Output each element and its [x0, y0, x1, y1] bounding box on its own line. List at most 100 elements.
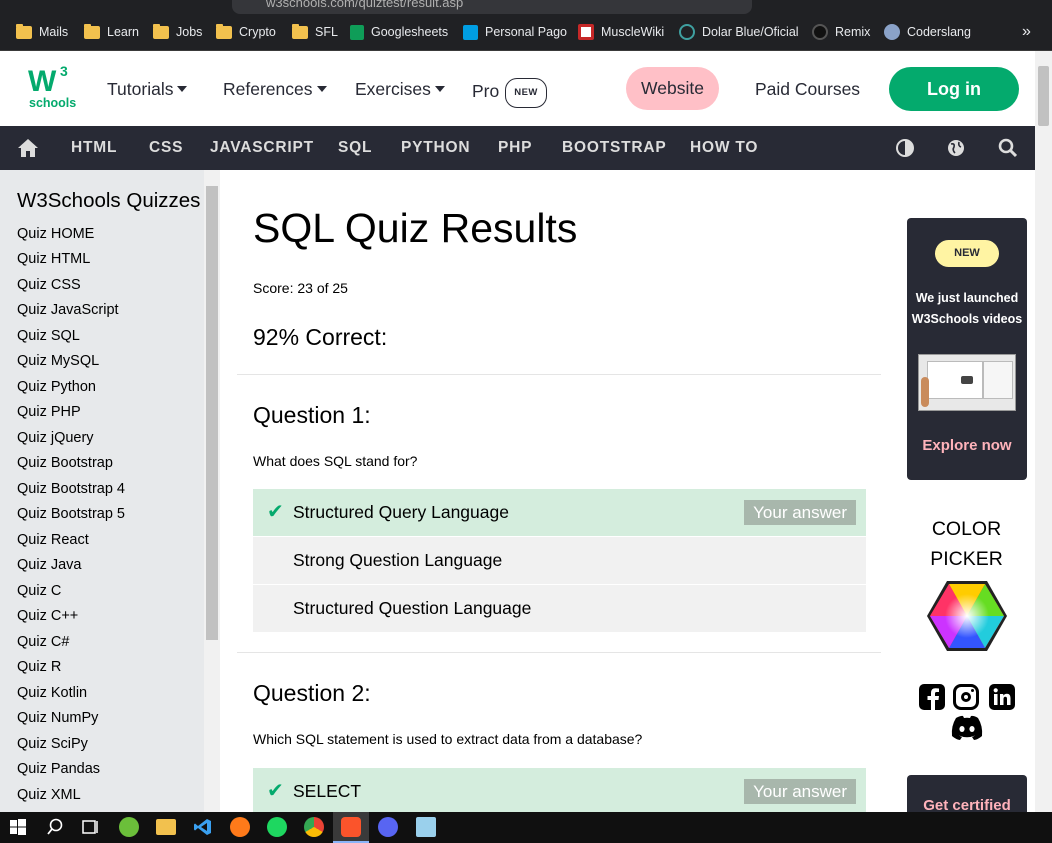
musclewiki-icon — [578, 24, 594, 40]
chrome-icon[interactable] — [304, 817, 324, 837]
nav-javascript[interactable]: JAVASCRIPT — [210, 126, 314, 170]
answer-option: Strong Question Language — [253, 537, 866, 584]
explore-now-link[interactable]: Explore now — [907, 437, 1027, 454]
facebook-icon[interactable] — [919, 684, 945, 710]
question-2-text: Which SQL statement is used to extract d… — [253, 731, 643, 747]
task-view-icon[interactable] — [81, 817, 101, 837]
folder-icon — [153, 23, 169, 39]
sidebar-item-quiz-bootstrap-5[interactable]: Quiz Bootstrap 5 — [17, 506, 125, 522]
notepad-icon[interactable] — [416, 817, 436, 837]
coderslang-icon — [884, 24, 900, 40]
nav-css[interactable]: CSS — [149, 126, 183, 170]
login-button[interactable]: Log in — [889, 67, 1019, 111]
globe-icon[interactable] — [946, 126, 966, 170]
question-2-title: Question 2: — [253, 680, 371, 706]
sidebar-item-quiz-numpy[interactable]: Quiz NumPy — [17, 710, 98, 726]
more-bookmarks-button[interactable]: » — [1022, 23, 1031, 41]
exercises-menu[interactable]: Exercises — [355, 78, 445, 100]
sidebar-item-quiz-kotlin[interactable]: Quiz Kotlin — [17, 685, 87, 701]
sidebar-item-quiz-php[interactable]: Quiz PHP — [17, 404, 81, 420]
bookmark-personal-pago[interactable]: Personal Pago — [463, 23, 567, 41]
sidebar-item-quiz-r[interactable]: Quiz R — [17, 659, 61, 675]
sidebar-item-quiz-bootstrap[interactable]: Quiz Bootstrap — [17, 455, 113, 471]
logo-text: schools — [29, 96, 77, 110]
bookmark-dolar[interactable]: Dolar Blue/Oficial — [679, 23, 799, 41]
bookmark-googlesheets[interactable]: Googlesheets — [350, 23, 448, 41]
nav-html[interactable]: HTML — [71, 126, 117, 170]
sidebar-item-quiz-bootstrap-4[interactable]: Quiz Bootstrap 4 — [17, 481, 125, 497]
sidebar-item-quiz-java[interactable]: Quiz Java — [17, 557, 81, 573]
sidebar-item-quiz-cpp[interactable]: Quiz C++ — [17, 608, 78, 624]
discord-icon[interactable] — [378, 817, 398, 837]
instagram-icon[interactable] — [953, 684, 979, 710]
contrast-icon[interactable] — [895, 126, 915, 170]
sidebar-item-quiz-mysql[interactable]: Quiz MySQL — [17, 353, 99, 369]
sidebar-item-quiz-csharp[interactable]: Quiz C# — [17, 634, 69, 650]
address-bar[interactable]: w3schools.com/quiztest/result.asp — [232, 0, 752, 14]
sidebar-scrollbar-thumb[interactable] — [206, 186, 218, 640]
bookmarks-bar: Mails Learn Jobs Crypto SFL Googlesheets… — [0, 14, 1052, 51]
sidebar-item-quiz-html[interactable]: Quiz HTML — [17, 251, 90, 267]
color-picker-icon[interactable] — [927, 581, 1007, 651]
video-promo-card[interactable]: NEW We just launched W3Schools videos Ex… — [907, 218, 1027, 480]
page-scrollbar[interactable] — [1035, 51, 1052, 812]
question-1-text: What does SQL stand for? — [253, 453, 418, 469]
nav-sql[interactable]: SQL — [338, 126, 372, 170]
bookmark-remix[interactable]: Remix — [812, 23, 870, 41]
nav-how-to[interactable]: HOW TO — [690, 126, 758, 170]
sidebar-item-quiz-pandas[interactable]: Quiz Pandas — [17, 761, 100, 777]
tutorials-menu[interactable]: Tutorials — [107, 78, 188, 100]
active-taskbar-item[interactable] — [333, 812, 369, 843]
sidebar-item-quiz-c[interactable]: Quiz C — [17, 583, 61, 599]
bookmark-mails[interactable]: Mails — [16, 23, 68, 41]
sidebar-item-quiz-python[interactable]: Quiz Python — [17, 379, 96, 395]
linkedin-icon[interactable] — [989, 684, 1015, 710]
utorrent-icon[interactable] — [119, 817, 139, 837]
bookmark-sfl[interactable]: SFL — [292, 23, 338, 41]
nav-bootstrap[interactable]: BOOTSTRAP — [562, 126, 667, 170]
sidebar-item-quiz-javascript[interactable]: Quiz JavaScript — [17, 302, 119, 318]
search-icon[interactable] — [45, 817, 65, 837]
w3schools-logo[interactable]: W 3 schools — [28, 63, 77, 113]
vscode-icon[interactable] — [193, 817, 213, 837]
file-explorer-icon[interactable] — [156, 819, 176, 835]
bookmark-jobs[interactable]: Jobs — [153, 23, 202, 41]
sidebar-item-quiz-scipy[interactable]: Quiz SciPy — [17, 736, 88, 752]
page-scrollbar-thumb[interactable] — [1038, 66, 1049, 126]
brave-icon — [341, 817, 361, 837]
bookmark-coderslang[interactable]: Coderslang — [884, 23, 971, 41]
sidebar-item-quiz-jquery[interactable]: Quiz jQuery — [17, 430, 94, 446]
website-button[interactable]: Website — [626, 67, 719, 110]
pago-icon — [463, 24, 478, 40]
nav-php[interactable]: PHP — [498, 126, 532, 170]
check-icon: ✔ — [267, 501, 284, 523]
page-title: SQL Quiz Results — [253, 205, 578, 251]
pro-menu[interactable]: Pro NEW — [472, 78, 547, 108]
windows-start-icon[interactable] — [8, 817, 28, 837]
get-certified-link[interactable]: Get certified — [907, 797, 1027, 812]
folder-icon — [16, 23, 32, 39]
sidebar-item-quiz-sql[interactable]: Quiz SQL — [17, 328, 80, 344]
sidebar-item-quiz-react[interactable]: Quiz React — [17, 532, 89, 548]
score-text: Score: 23 of 25 — [253, 280, 348, 296]
references-menu[interactable]: References — [223, 78, 327, 100]
presenter-figure — [921, 377, 929, 407]
certification-promo-card[interactable]: Get certified — [907, 775, 1027, 812]
firefox-icon[interactable] — [230, 817, 250, 837]
home-icon[interactable] — [17, 126, 39, 170]
sidebar-item-quiz-xml[interactable]: Quiz XML — [17, 787, 81, 803]
bookmark-musclewiki[interactable]: MuscleWiki — [578, 23, 664, 41]
bookmark-learn[interactable]: Learn — [84, 23, 139, 41]
question-1-title: Question 1: — [253, 402, 371, 428]
logo-superscript: 3 — [60, 63, 68, 79]
video-thumbnail — [918, 354, 1016, 411]
sidebar-item-quiz-css[interactable]: Quiz CSS — [17, 277, 81, 293]
search-icon[interactable] — [998, 126, 1018, 170]
paid-courses-link[interactable]: Paid Courses — [755, 78, 860, 100]
sidebar-item-quiz-home[interactable]: Quiz HOME — [17, 226, 94, 242]
nav-python[interactable]: PYTHON — [401, 126, 470, 170]
discord-icon[interactable] — [949, 715, 985, 741]
spotify-icon[interactable] — [267, 817, 287, 837]
color-picker-heading[interactable]: COLOR PICKER — [898, 514, 1035, 574]
bookmark-crypto[interactable]: Crypto — [216, 23, 276, 41]
